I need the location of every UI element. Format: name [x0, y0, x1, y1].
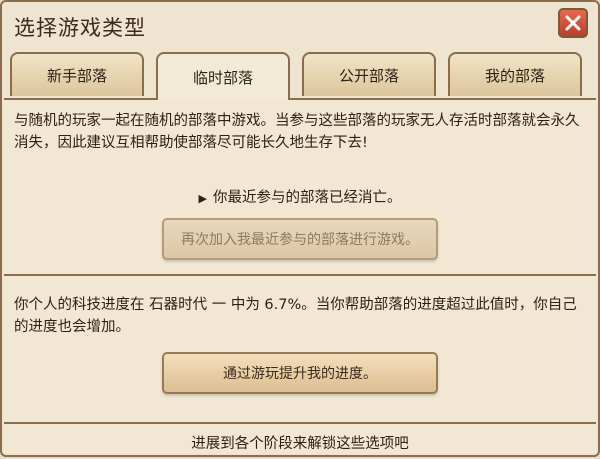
tab-mine[interactable]: 我的部落	[448, 52, 582, 96]
triangle-right-icon: ▶	[198, 192, 207, 205]
tab-content-panel: 与随机的玩家一起在随机的部落中游戏。当参与这些部落的玩家无人存活时部落就会永久消…	[4, 98, 596, 453]
temporary-description: 与随机的玩家一起在随机的部落中游戏。当参与这些部落的玩家无人存活时部落就会永久消…	[14, 113, 580, 151]
rejoin-tribe-button[interactable]: 再次加入我最近参与的部落进行游戏。	[162, 218, 438, 260]
game-type-dialog: 选择游戏类型 新手部落 临时部落 公开部落 我的部落 与随机的玩家一起在随机的部…	[0, 0, 600, 457]
tab-public[interactable]: 公开部落	[302, 52, 436, 96]
progress-section: 你个人的科技进度在 石器时代 一 中为 6.7%。当你帮助部落的进度超过此值时，…	[4, 276, 596, 424]
notice-text: 你最近参与的部落已经消亡。	[212, 190, 402, 206]
dialog-title: 选择游戏类型	[14, 16, 146, 40]
temporary-tribe-section: 与随机的玩家一起在随机的部落中游戏。当参与这些部落的玩家无人存活时部落就会永久消…	[4, 100, 596, 276]
progress-text: 你个人的科技进度在 石器时代 一 中为 6.7%。当你帮助部落的进度超过此值时，…	[14, 297, 577, 335]
close-icon	[565, 15, 581, 31]
tab-temporary[interactable]: 临时部落	[156, 52, 290, 100]
notice-line: ▶ 你最近参与的部落已经消亡。	[4, 186, 596, 207]
improve-progress-button[interactable]: 通过游玩提升我的进度。	[162, 352, 438, 394]
tab-bar: 新手部落 临时部落 公开部落 我的部落	[10, 52, 594, 100]
unlock-hint: 进展到各个阶段来解锁这些选项吧	[191, 436, 409, 452]
footer-section: 进展到各个阶段来解锁这些选项吧	[4, 424, 596, 459]
close-button[interactable]	[558, 8, 588, 38]
tab-beginner[interactable]: 新手部落	[10, 52, 144, 96]
